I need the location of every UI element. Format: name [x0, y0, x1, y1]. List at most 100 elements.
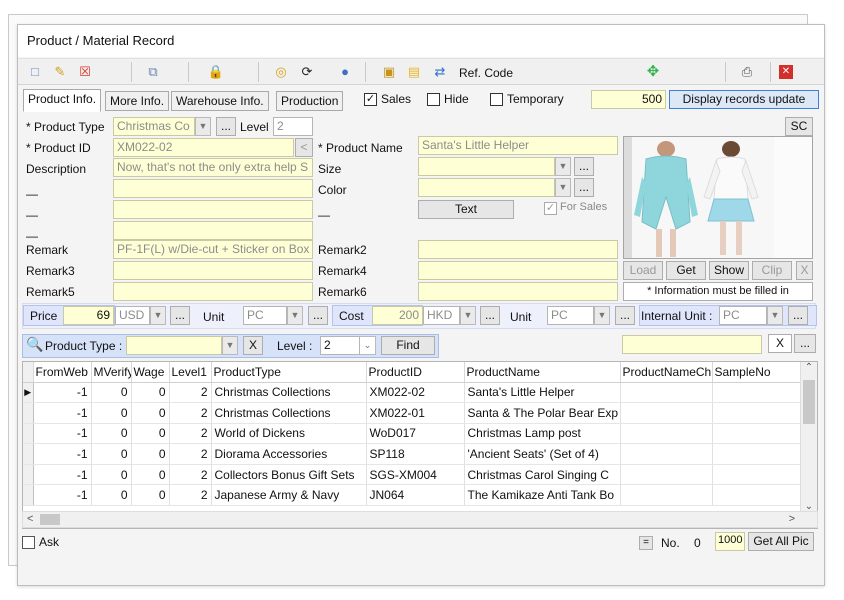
price-currency-select[interactable]: USD — [115, 306, 150, 325]
table-cell[interactable] — [712, 484, 804, 507]
cost-currency-select[interactable]: HKD — [423, 306, 460, 325]
get-picture-button[interactable]: Get — [666, 261, 706, 280]
row-header[interactable] — [23, 443, 34, 465]
show-picture-button[interactable]: Show — [709, 261, 749, 280]
sales-checkbox[interactable]: ✓ — [364, 93, 377, 106]
scroll-right-icon[interactable]: > — [789, 513, 795, 525]
chevron-down-icon[interactable]: ▼ — [767, 306, 783, 325]
table-cell[interactable]: 2 — [169, 402, 212, 424]
table-cell[interactable]: 2 — [169, 423, 212, 445]
temporary-checkbox[interactable] — [490, 93, 503, 106]
scroll-up-icon[interactable]: ⌃ — [801, 362, 817, 373]
search-options-button[interactable]: ... — [794, 334, 816, 353]
scroll-left-icon[interactable]: < — [27, 513, 33, 525]
chevron-down-icon[interactable]: ▼ — [287, 306, 303, 325]
column-header[interactable]: SampleNo — [712, 362, 804, 383]
expand-icon[interactable]: ✥ — [644, 63, 662, 81]
table-cell[interactable]: Christmas Collections — [211, 382, 367, 404]
table-cell[interactable]: XM022-02 — [366, 382, 465, 404]
record-count-input[interactable]: 500 — [591, 90, 666, 109]
table-cell[interactable] — [712, 402, 804, 424]
table-cell[interactable] — [712, 464, 804, 486]
chevron-down-icon[interactable]: ▼ — [555, 157, 571, 176]
quick-search-input[interactable] — [622, 335, 762, 354]
size-lookup-button[interactable]: ... — [574, 157, 594, 176]
table-cell[interactable]: 0 — [131, 443, 170, 465]
remark2-input[interactable] — [418, 240, 618, 259]
cost-unit-select[interactable]: PC — [547, 306, 594, 325]
clear-search-button[interactable]: X — [768, 334, 792, 353]
get-all-pic-button[interactable]: Get All Pic — [748, 532, 814, 551]
table-cell[interactable]: Santa's Little Helper — [464, 382, 621, 404]
globe-icon[interactable]: ● — [336, 63, 354, 81]
table-cell[interactable] — [712, 423, 804, 445]
shuffle-icon[interactable]: ⇄ — [431, 63, 449, 81]
column-header[interactable]: FromWeb — [33, 362, 92, 383]
table-cell[interactable]: Diorama Accessories — [211, 443, 367, 465]
internal-unit-lookup-button[interactable]: ... — [788, 306, 808, 325]
document-icon[interactable]: ▤ — [405, 63, 423, 81]
table-cell[interactable]: 0 — [91, 484, 132, 507]
horizontal-scrollbar[interactable]: < > — [22, 511, 818, 528]
remark-input[interactable]: PF-1F(L) w/Die-cut + Sticker on Box — [113, 240, 313, 259]
table-cell[interactable] — [620, 484, 713, 507]
table-cell[interactable]: 0 — [131, 423, 170, 445]
edit-pencil-icon[interactable]: ✎ — [51, 63, 69, 81]
table-cell[interactable] — [620, 382, 713, 404]
filter-clear-type-button[interactable]: X — [243, 336, 263, 355]
column-header[interactable]: ProductType — [211, 362, 367, 383]
column-header[interactable]: ProductNameCh — [620, 362, 713, 383]
cost-unit-lookup-button[interactable]: ... — [615, 306, 635, 325]
table-cell[interactable] — [620, 423, 713, 445]
currency-lookup-button[interactable]: ... — [170, 306, 190, 325]
remark6-input[interactable] — [418, 282, 618, 301]
filter-product-type-input[interactable] — [126, 336, 222, 355]
row-header[interactable] — [23, 484, 34, 507]
column-header[interactable]: ProductID — [366, 362, 465, 383]
table-row[interactable]: -1 0 0 2 Collectors Bonus Gift Sets SGS-XM004… — [23, 464, 804, 486]
unit-lookup-button[interactable]: ... — [308, 306, 328, 325]
color-lookup-button[interactable]: ... — [574, 178, 594, 197]
tab-production[interactable]: Production — [276, 91, 344, 111]
table-cell[interactable]: 0 — [91, 464, 132, 486]
delete-icon[interactable]: ☒ — [76, 63, 94, 81]
table-cell[interactable]: -1 — [33, 484, 92, 507]
table-cell[interactable]: 2 — [169, 443, 212, 465]
copy-icon[interactable]: ⧉ — [144, 63, 162, 81]
table-cell[interactable]: 'Ancient Seats' (Set of 4) — [464, 443, 621, 465]
ref-code-button[interactable]: Ref. Code — [459, 66, 513, 80]
chevron-down-icon[interactable]: ⌄ — [360, 336, 376, 355]
column-header[interactable]: MVerify — [91, 362, 132, 383]
table-row[interactable]: ▶ -1 0 0 2 Christmas Collections XM022-02 Santa… — [23, 382, 804, 404]
hide-checkbox[interactable] — [427, 93, 440, 106]
table-cell[interactable] — [712, 443, 804, 465]
table-cell[interactable] — [620, 402, 713, 424]
column-header[interactable]: Wage — [131, 362, 170, 383]
table-cell[interactable]: 2 — [169, 382, 212, 404]
table-cell[interactable]: -1 — [33, 423, 92, 445]
table-cell[interactable]: 0 — [131, 382, 170, 404]
horizontal-scroll-thumb[interactable] — [40, 514, 60, 525]
scroll-thumb[interactable] — [803, 380, 815, 424]
tab-product-info[interactable]: Product Info. — [23, 89, 102, 112]
display-records-update-button[interactable]: Display records update — [669, 90, 819, 109]
table-cell[interactable]: Collectors Bonus Gift Sets — [211, 464, 367, 486]
table-cell[interactable] — [620, 443, 713, 465]
row-header[interactable] — [23, 464, 34, 486]
record-limit-input[interactable]: 1000 — [715, 532, 745, 551]
text-button[interactable]: Text — [418, 200, 514, 219]
table-cell[interactable]: -1 — [33, 464, 92, 486]
product-name-input[interactable]: Santa's Little Helper — [418, 136, 618, 155]
table-cell[interactable]: World of Dickens — [211, 423, 367, 445]
row-header[interactable]: ▶ — [23, 382, 34, 404]
table-cell[interactable]: 0 — [91, 443, 132, 465]
load-picture-button[interactable]: Load — [623, 261, 663, 280]
level-select[interactable]: 2 — [273, 117, 313, 136]
table-cell[interactable]: Christmas Collections — [211, 402, 367, 424]
description-line-3[interactable] — [113, 200, 313, 219]
product-type-lookup-button[interactable]: ... — [216, 117, 236, 136]
table-row[interactable]: -1 0 0 2 World of Dickens WoD017 Christmas Lam… — [23, 423, 804, 445]
chevron-down-icon[interactable]: ▼ — [222, 336, 238, 355]
description-line-4[interactable] — [113, 221, 313, 240]
table-cell[interactable]: Christmas Lamp post — [464, 423, 621, 445]
